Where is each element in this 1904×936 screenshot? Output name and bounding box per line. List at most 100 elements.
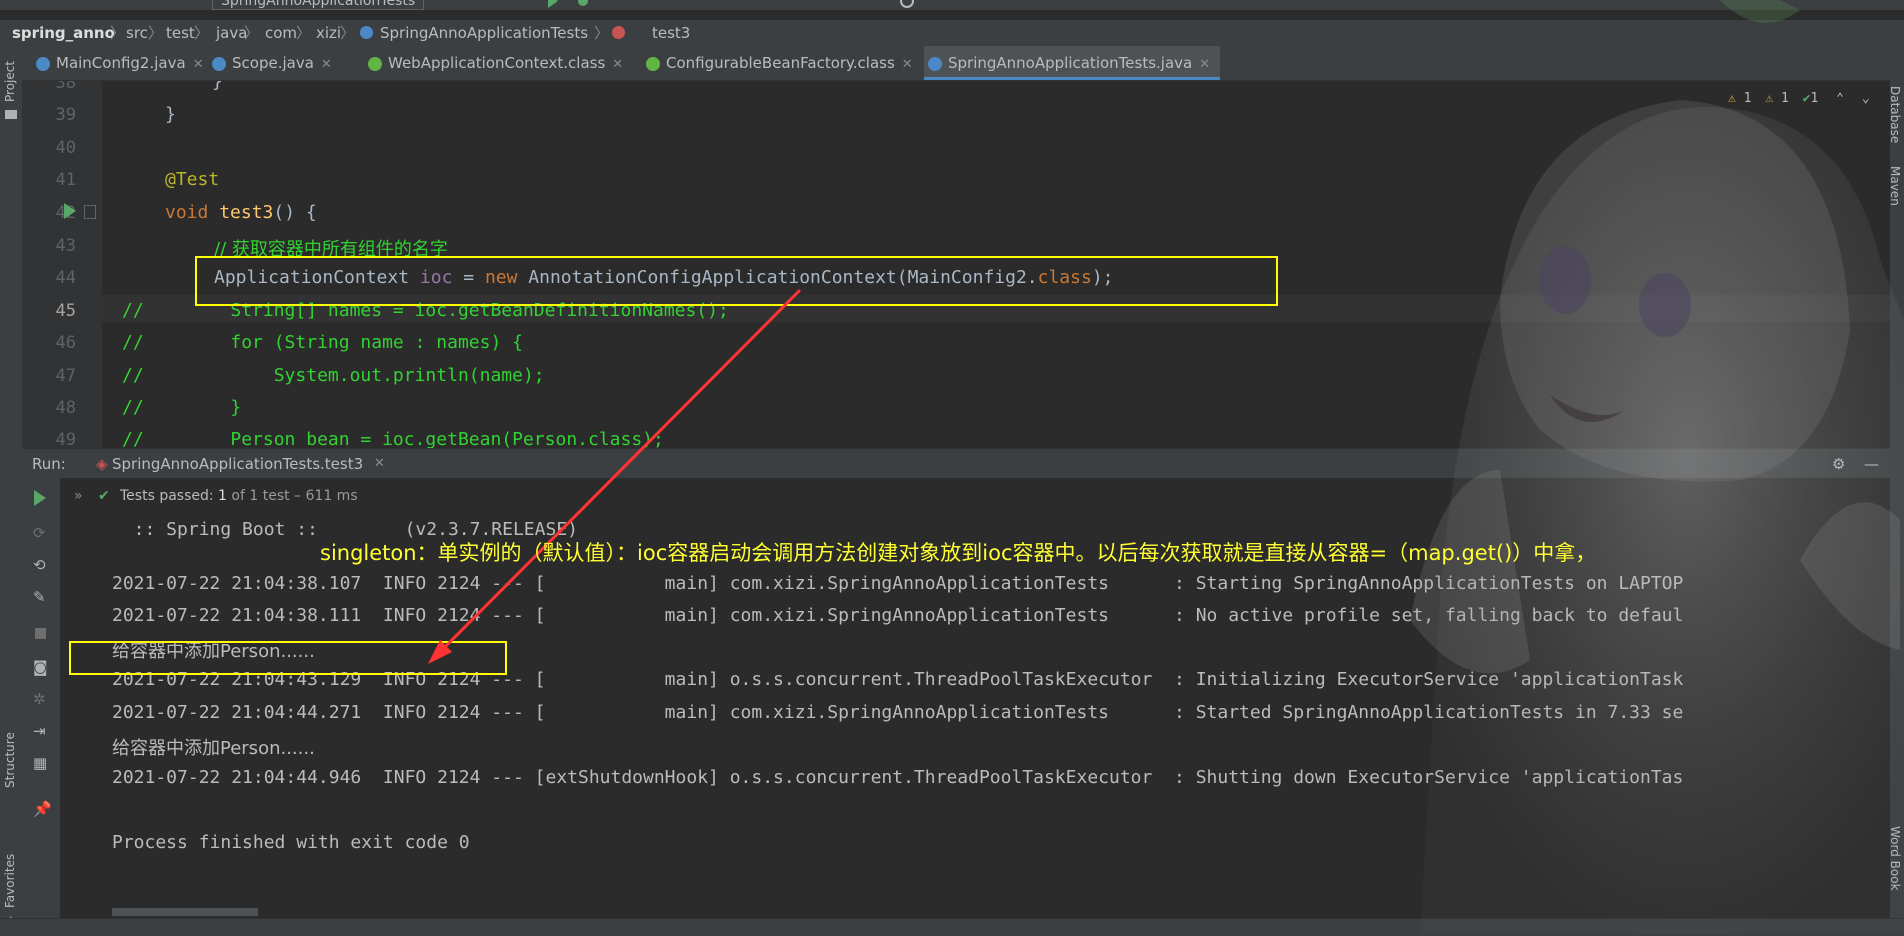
close-icon[interactable]: ✕ [1199, 57, 1210, 72]
line-number: 40 [55, 138, 76, 158]
breadcrumb-class[interactable]: SpringAnnoApplicationTests [380, 20, 588, 46]
breadcrumb-src[interactable]: src [126, 20, 148, 46]
favorites-tool-button[interactable]: Favorites [3, 854, 17, 908]
close-icon[interactable]: ✕ [193, 57, 204, 72]
left-tool-strip: Project Structure Favorites ★ [0, 46, 23, 935]
gear-icon[interactable]: ⚙ [1832, 449, 1845, 479]
layout-icon[interactable]: ▦ [33, 754, 47, 772]
tab-label: Scope.java [232, 54, 314, 72]
maven-tool-button[interactable]: Maven [1888, 166, 1902, 206]
run-icon[interactable] [548, 0, 558, 8]
line-number: 45 [55, 301, 76, 321]
line-number: 38 [55, 81, 76, 93]
database-tool-button[interactable]: Database [1888, 86, 1902, 143]
breadcrumb-java[interactable]: java [216, 20, 247, 46]
horizontal-scrollbar[interactable] [112, 908, 258, 916]
line-number: 39 [55, 105, 76, 125]
editor-tabs: MainConfig2.java ✕ Scope.java ✕ WebApplica… [22, 46, 1890, 81]
minimize-icon[interactable]: — [1864, 449, 1879, 479]
breadcrumb-xizi[interactable]: xizi [316, 20, 341, 46]
warning-count: 1 [1743, 91, 1752, 106]
method-name: test3 [219, 202, 274, 223]
line-number: 41 [55, 170, 76, 190]
inspection-widget[interactable]: ⚠ 1 ⚠ 1 ✔1 ⌃ ⌄ [1728, 91, 1870, 106]
tab-label: WebApplicationContext.class [388, 54, 606, 72]
bug-icon[interactable]: ✲ [33, 690, 46, 708]
breadcrumb-project[interactable]: spring_anno [12, 20, 115, 46]
tab-mainconfig2[interactable]: MainConfig2.java ✕ [36, 46, 204, 80]
project-tool-button[interactable]: Project [3, 61, 17, 102]
tab-scope[interactable]: Scope.java ✕ [212, 46, 332, 80]
tab-springannoapplicationtests[interactable]: SpringAnnoApplicationTests.java ✕ [924, 46, 1221, 80]
breadcrumb-separator: 〉 [148, 24, 164, 42]
breadcrumb-com[interactable]: com [265, 20, 297, 46]
bottom-tool-bar [0, 918, 1904, 936]
highlight-box-ioc-line [195, 256, 1278, 306]
console-line: 给容器中添加Person...... [112, 738, 315, 759]
breadcrumb: spring_anno 〉 src 〉 test 〉 java 〉 com 〉 … [0, 20, 1904, 46]
console-line: 2021-07-22 21:04:38.107 INFO 2124 --- [ … [112, 573, 1684, 594]
code-line-38: } [212, 81, 223, 92]
debug-icon[interactable] [578, 0, 588, 6]
test-status-bar: » ✔ Tests passed: 1 of 1 test – 611 ms ⌄ [60, 478, 1890, 540]
interface-icon [646, 56, 660, 71]
console-line: 2021-07-22 21:04:44.271 INFO 2124 --- [ … [112, 702, 1684, 723]
tab-webapplicationcontext[interactable]: WebApplicationContext.class ✕ [368, 46, 623, 80]
run-config-icon: ◈ [96, 455, 108, 473]
right-tool-strip: Database Maven Word Book [1888, 46, 1904, 935]
breadcrumb-separator: 〉 [296, 24, 312, 42]
rerun-icon[interactable] [34, 490, 46, 506]
chevron-up-icon[interactable]: ⌃ [1836, 91, 1844, 106]
line-number: 43 [55, 236, 76, 256]
camera-icon[interactable]: ◙ [33, 658, 48, 676]
interface-icon [368, 56, 382, 71]
run-tool-header: Run: ◈ SpringAnnoApplicationTests.test3 … [22, 448, 1890, 479]
tab-label: MainConfig2.java [56, 54, 186, 72]
tab-configurablebeanfactory[interactable]: ConfigurableBeanFactory.class ✕ [646, 46, 913, 80]
code-line-42: void test3() { [165, 202, 317, 223]
code-line-47: // System.out.println(name); [122, 365, 545, 386]
run-tab[interactable]: SpringAnnoApplicationTests.test3 [112, 449, 363, 479]
close-icon[interactable]: ✕ [321, 57, 332, 72]
pin-icon[interactable]: 📌 [33, 800, 52, 818]
structure-tool-button[interactable]: Structure [3, 732, 17, 788]
run-configuration-selector[interactable]: SpringAnnoApplicationTests [212, 0, 425, 10]
line-number: 46 [55, 333, 76, 353]
tab-label: SpringAnnoApplicationTests.java [948, 54, 1193, 72]
rerun-failed-icon[interactable]: ⟳ [33, 524, 46, 542]
weak-warning-count: 1 [1780, 91, 1789, 106]
breadcrumb-test[interactable]: test [166, 20, 195, 46]
exit-icon[interactable]: ⇥ [33, 722, 46, 740]
close-icon[interactable]: ✕ [902, 57, 913, 72]
close-icon[interactable]: ✕ [374, 449, 385, 479]
chevron-down-icon[interactable]: ⌄ [1862, 91, 1870, 106]
main-toolbar: SpringAnnoApplicationTests [0, 0, 1904, 10]
line-number: 49 [55, 430, 76, 448]
breadcrumb-separator: 〉 [110, 24, 126, 42]
class-icon [360, 26, 373, 39]
close-icon[interactable]: ✕ [612, 57, 623, 72]
wrench-icon[interactable]: ✎ [33, 588, 46, 606]
line-number: 47 [55, 366, 76, 386]
keyword: void [165, 202, 209, 223]
tab-label: ConfigurableBeanFactory.class [666, 54, 895, 72]
run-test-icon[interactable] [64, 203, 76, 219]
ok-count: 1 [1810, 91, 1819, 106]
code-line-46: // for (String name : names) { [122, 332, 523, 353]
word-book-tool-button[interactable]: Word Book [1888, 826, 1902, 891]
warning-icon: ⚠ [1728, 91, 1736, 106]
code-text: () { [273, 202, 317, 223]
annotation-note: singleton：单实例的（默认值）：ioc容器启动会调用方法创建对象放到io… [320, 541, 1597, 565]
toggle-auto-test-icon[interactable]: ⟲ [33, 556, 46, 574]
stop-icon[interactable] [35, 628, 46, 639]
breadcrumb-separator: 〉 [340, 24, 356, 42]
console-line: 2021-07-22 21:04:44.946 INFO 2124 --- [e… [112, 767, 1684, 788]
java-class-icon [36, 56, 50, 71]
expand-icon[interactable]: » [74, 478, 83, 514]
method-icon [612, 26, 625, 39]
search-icon[interactable] [900, 0, 914, 8]
breadcrumb-method[interactable]: test3 [652, 20, 690, 46]
fold-icon[interactable] [84, 205, 96, 219]
console-output[interactable]: :: Spring Boot :: (v2.3.7.RELEASE) 2021-… [60, 514, 1857, 918]
line-gutter: 38 39 40 41 42 43 44 45 46 47 48 49 [22, 81, 102, 448]
